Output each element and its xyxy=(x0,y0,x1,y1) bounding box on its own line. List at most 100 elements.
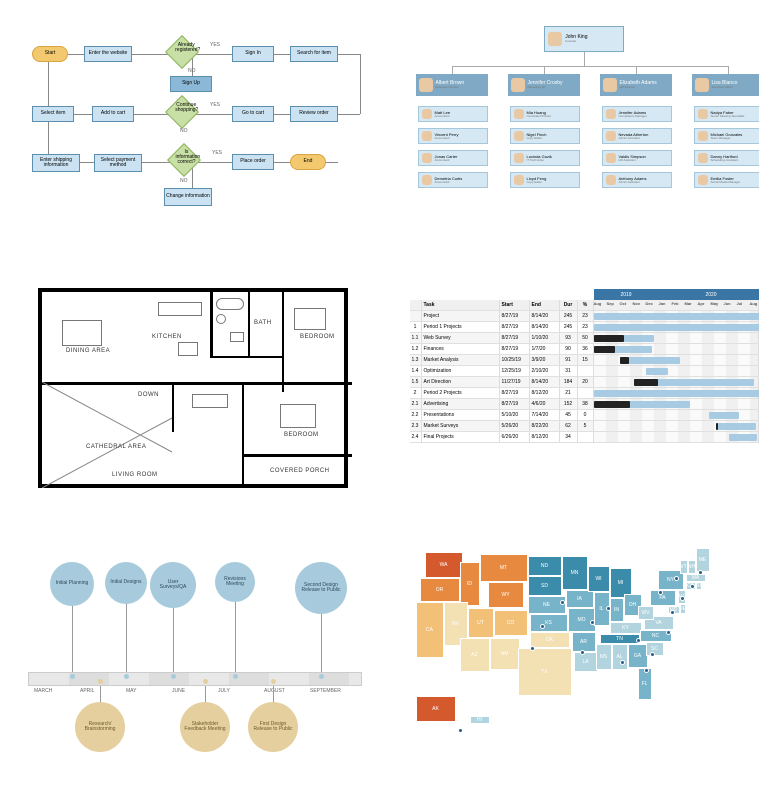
state-mt: MT xyxy=(480,554,528,582)
avatar xyxy=(514,175,524,185)
bubble-stem xyxy=(235,602,236,672)
row-end: 2/10/20 xyxy=(530,366,560,376)
avatar xyxy=(606,131,616,141)
manager-title: Managing VP xyxy=(528,86,563,89)
bubble-dot xyxy=(98,679,103,684)
row-dur: 21 xyxy=(560,388,578,398)
year-2020: 2020 xyxy=(659,289,760,300)
state-id: ID xyxy=(460,562,480,606)
wall xyxy=(242,454,352,457)
col-task: Task xyxy=(422,300,500,310)
map-marker xyxy=(580,650,585,655)
avatar xyxy=(514,153,524,163)
sink xyxy=(230,332,244,342)
row-chart xyxy=(594,322,760,332)
month-label: Nov xyxy=(633,301,641,306)
map-marker xyxy=(540,624,545,629)
row-dur: 45 xyxy=(560,410,578,420)
bubble-dot xyxy=(70,674,75,679)
bubble-stem xyxy=(173,608,174,672)
month-label: Mar xyxy=(685,301,692,306)
continue-decision: Continue shopping? xyxy=(165,95,199,129)
row-id: 1.1 xyxy=(410,333,422,343)
staff-title: Accountant xyxy=(435,181,463,184)
row-id: 1 xyxy=(410,322,422,332)
map-marker xyxy=(530,646,535,651)
row-chart xyxy=(594,388,760,398)
gantt-row: 2.1 Advertising 8/27/19 4/6/20 152 38 xyxy=(410,399,760,410)
staff-title: Admin Assistant xyxy=(619,181,647,184)
review-node: Review order xyxy=(290,106,338,122)
select-node: Select item xyxy=(32,106,74,122)
gantt-months: AugSepOctNovDecJanFebMarAprMayJunJulAug xyxy=(594,300,760,310)
change-node: Change information xyxy=(164,188,212,206)
gantt-header-row: Task Start End Dur % AugSepOctNovDecJanF… xyxy=(410,300,760,311)
row-pct: 50 xyxy=(578,333,594,343)
wall xyxy=(242,382,244,488)
state-sd: SD xyxy=(528,576,562,596)
yes-label: YES xyxy=(212,150,222,156)
start-node: Start xyxy=(32,46,68,62)
ceo-card: John King Founder xyxy=(544,26,624,52)
no-label: NO xyxy=(188,68,196,74)
month-label: Dec xyxy=(646,301,653,306)
row-chart xyxy=(594,432,760,442)
bubble-dot xyxy=(319,674,324,679)
avatar xyxy=(422,131,432,141)
timeline-bubble: Initial Planning xyxy=(50,562,94,606)
correct-decision: Is information correct? xyxy=(167,143,201,177)
connector xyxy=(452,66,728,67)
row-chart xyxy=(594,333,760,343)
avatar xyxy=(603,78,617,92)
staff-title: Accountant xyxy=(435,159,458,162)
gantt-row: 1.3 Market Analysis 10/25/19 3/9/20 91 1… xyxy=(410,355,760,366)
row-start: 5/26/20 xyxy=(500,421,530,431)
row-pct: 15 xyxy=(578,355,594,365)
staff-title: Accountant xyxy=(435,137,459,140)
staff-card: Jennifer Adams Compliance Manager xyxy=(602,106,672,122)
gantt-progress xyxy=(716,423,718,430)
gantt-bar xyxy=(620,357,680,364)
row-start: 5/10/20 xyxy=(500,410,530,420)
staff-title: Scheduling Assistant xyxy=(711,159,739,162)
usmap-panel: WAORCAIDNVMTWYUTCOAZNMNDSDNEKSOKTXMNIAMO… xyxy=(410,540,760,760)
map-marker xyxy=(458,728,463,733)
timeline-bubble: First Design Release to Public xyxy=(248,702,298,752)
bubble-dot xyxy=(124,674,129,679)
month-label: Feb xyxy=(672,301,679,306)
gantt-row: 1.5 Art Direction 11/27/19 8/14/20 184 2… xyxy=(410,377,760,388)
down-label: DOWN xyxy=(138,392,159,398)
map-marker xyxy=(644,668,649,673)
no-label: NO xyxy=(180,128,188,134)
row-dur: 90 xyxy=(560,344,578,354)
timeline-bubble: Second Design Release to Public xyxy=(295,562,347,614)
row-end: 8/14/20 xyxy=(530,377,560,387)
manager-title: HR Director xyxy=(620,86,657,89)
avatar xyxy=(698,153,708,163)
gantt-row: 2.4 Final Projects 6/26/20 8/12/20 34 xyxy=(410,432,760,443)
staff-card: Anthony Adams Admin Assistant xyxy=(602,172,672,188)
row-dur: 152 xyxy=(560,399,578,409)
row-id: 1.4 xyxy=(410,366,422,376)
gantt-bar xyxy=(729,434,757,441)
bubble-stem xyxy=(126,604,127,672)
row-dur: 245 xyxy=(560,311,578,321)
state-wv: WV xyxy=(638,606,654,620)
kitchen-label: KITCHEN xyxy=(152,334,182,340)
avatar xyxy=(514,109,524,119)
month-tick: JUNE xyxy=(172,688,185,694)
gantt-bar xyxy=(594,390,760,397)
end-node: End xyxy=(290,154,326,170)
gantt-row: 2.3 Market Surveys 5/26/20 8/22/20 62 5 xyxy=(410,421,760,432)
row-dur: 91 xyxy=(560,355,578,365)
state-nd: ND xyxy=(528,556,562,576)
row-start: 8/27/19 xyxy=(500,344,530,354)
row-dur: 31 xyxy=(560,366,578,376)
signup-node: Sign Up xyxy=(170,76,212,92)
state-ks: KS xyxy=(530,614,568,632)
map-marker xyxy=(690,584,695,589)
connector xyxy=(728,66,729,74)
staff-card: Michael Gonzales Team Manager xyxy=(694,128,760,144)
state-fl: FL xyxy=(638,668,652,700)
staff-title: Consultant/Trainer xyxy=(527,115,552,118)
